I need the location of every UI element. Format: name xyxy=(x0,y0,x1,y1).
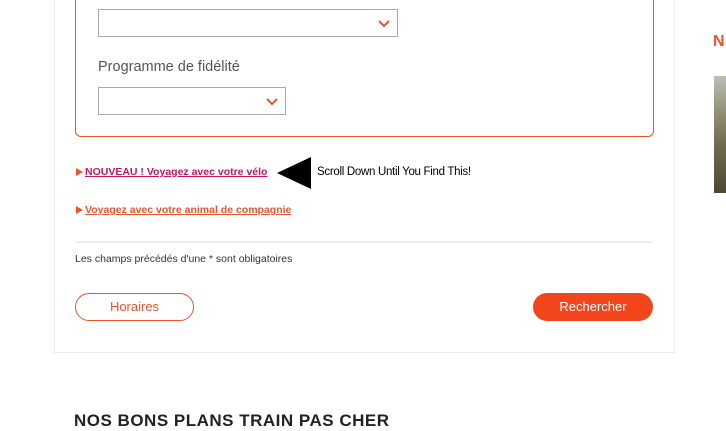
chevron-down-icon xyxy=(266,98,278,106)
bike-travel-link-row[interactable]: NOUVEAU ! Voyagez avec votre vélo xyxy=(76,166,267,178)
side-panel-image[interactable] xyxy=(714,76,726,193)
search-button[interactable]: Rechercher xyxy=(533,293,653,321)
required-fields-note: Les champs précédés d'une * sont obligat… xyxy=(75,253,293,265)
chevron-down-icon xyxy=(378,20,390,28)
divider xyxy=(75,241,653,243)
callout-text: Scroll Down Until You Find This! xyxy=(317,166,471,178)
loyalty-program-label: Programme de fidélité xyxy=(98,59,240,75)
pet-travel-link-row[interactable]: Voyagez avec votre animal de compagnie xyxy=(76,204,291,216)
triangle-right-icon xyxy=(76,168,83,177)
schedules-button[interactable]: Horaires xyxy=(75,293,194,321)
section-title: NOS BONS PLANS TRAIN PAS CHER xyxy=(74,411,390,430)
select-top[interactable] xyxy=(98,9,398,37)
bike-travel-link[interactable]: NOUVEAU ! Voyagez avec votre vélo xyxy=(85,166,267,178)
pet-travel-link[interactable]: Voyagez avec votre animal de compagnie xyxy=(85,204,291,216)
triangle-right-icon xyxy=(76,206,83,215)
arrow-left-icon xyxy=(277,157,311,189)
loyalty-program-select[interactable] xyxy=(98,87,286,115)
side-panel-heading: N xyxy=(713,33,725,50)
